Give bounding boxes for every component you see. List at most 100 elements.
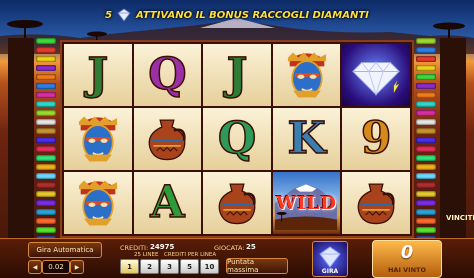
wild-symbol-label: WILD xyxy=(276,192,338,214)
spin-button[interactable]: GIRA xyxy=(312,241,348,277)
payline-indicator[interactable] xyxy=(416,92,436,98)
payline-indicator[interactable] xyxy=(36,128,56,134)
payline-indicator[interactable] xyxy=(416,137,436,143)
line-bet-button[interactable]: 3 xyxy=(160,259,179,274)
payline-indicator[interactable] xyxy=(36,92,56,98)
reel-cell: WILD xyxy=(272,172,341,234)
payline-indicator[interactable] xyxy=(416,182,436,188)
payline-indicator[interactable] xyxy=(36,137,56,143)
payline-indicator[interactable] xyxy=(416,110,436,116)
right-frame xyxy=(440,38,466,240)
letter-symbol: K xyxy=(287,113,327,164)
payline-indicator[interactable] xyxy=(416,74,436,80)
stake-increase-button[interactable]: ▶ xyxy=(70,260,84,274)
reel-cell xyxy=(64,172,132,234)
reel-cell xyxy=(342,44,410,106)
chevron-right-icon: ▶ xyxy=(74,263,80,271)
payline-indicator[interactable] xyxy=(36,182,56,188)
payline-indicator[interactable] xyxy=(416,38,436,44)
payline-indicator[interactable] xyxy=(36,65,56,71)
letter-symbol: A xyxy=(150,177,186,228)
bonus-text: ATTIVANO IL BONUS RACCOGLI DIAMANTI xyxy=(136,9,369,21)
payline-indicator[interactable] xyxy=(416,227,436,233)
payline-indicator[interactable] xyxy=(36,164,56,170)
letter-symbol: J xyxy=(226,49,248,100)
payline-indicator[interactable] xyxy=(416,164,436,170)
reel-cell xyxy=(272,44,341,106)
spin-label: GIRA xyxy=(321,268,339,275)
autoplay-label: Gira Automatica xyxy=(36,246,94,254)
tribal-mask-icon xyxy=(78,180,117,226)
reel-grid: J Q J Q K 9 A WILD xyxy=(60,40,414,238)
line-bet-button[interactable]: 5 xyxy=(180,259,199,274)
payline-indicator[interactable] xyxy=(416,155,436,161)
payline-indicator[interactable] xyxy=(416,191,436,197)
stake-display: 0.02 xyxy=(42,260,70,274)
bonus-banner: 5 ATTIVANO IL BONUS RACCOGLI DIAMANTI xyxy=(60,6,414,24)
reel-cell: K xyxy=(272,108,341,170)
vincite-label: VINCITE xyxy=(446,214,474,222)
reel-cell: A xyxy=(133,172,202,234)
payline-indicator[interactable] xyxy=(36,209,56,215)
reel-cell xyxy=(203,172,271,234)
clay-vase-icon xyxy=(149,119,187,161)
line-bet-button[interactable]: 2 xyxy=(140,259,159,274)
max-bet-button[interactable]: Puntata massima xyxy=(226,258,288,274)
payline-indicator[interactable] xyxy=(36,56,56,62)
payline-indicator[interactable] xyxy=(416,83,436,89)
payline-indicator[interactable] xyxy=(36,47,56,53)
payline-indicator[interactable] xyxy=(36,146,56,152)
reel-cell xyxy=(342,172,410,234)
payline-indicator[interactable] xyxy=(416,47,436,53)
payline-indicator[interactable] xyxy=(36,200,56,206)
payline-indicator[interactable] xyxy=(36,227,56,233)
letter-symbol: J xyxy=(87,49,109,100)
payline-indicator[interactable] xyxy=(36,38,56,44)
payline-indicator[interactable] xyxy=(416,218,436,224)
payline-indicator[interactable] xyxy=(416,56,436,62)
payline-indicator[interactable] xyxy=(416,119,436,125)
payline-indicator[interactable] xyxy=(36,119,56,125)
clay-vase-icon xyxy=(357,183,395,225)
payline-indicator[interactable] xyxy=(36,74,56,80)
win-label: HAI VINTO xyxy=(387,266,426,274)
payline-indicator[interactable] xyxy=(36,110,56,116)
line-bet-button[interactable]: 10 xyxy=(200,259,219,274)
autoplay-button[interactable]: Gira Automatica xyxy=(28,242,102,258)
tribal-mask-icon xyxy=(287,52,326,98)
payline-indicator[interactable] xyxy=(36,173,56,179)
payline-indicators-right xyxy=(416,38,436,260)
line-bet-button[interactable]: 1 xyxy=(120,259,139,274)
chevron-left-icon: ◀ xyxy=(32,263,38,271)
reel-cell: Q xyxy=(133,44,202,106)
payline-indicator[interactable] xyxy=(416,146,436,152)
payline-indicator[interactable] xyxy=(36,83,56,89)
payline-indicator[interactable] xyxy=(416,173,436,179)
reel-cell xyxy=(64,108,132,170)
payline-indicator[interactable] xyxy=(36,218,56,224)
payline-indicator[interactable] xyxy=(416,101,436,107)
payline-indicator[interactable] xyxy=(416,200,436,206)
credits-label: CREDITI: xyxy=(120,244,149,252)
diamond-icon xyxy=(117,8,131,22)
bet-label: GIOCATA: xyxy=(214,244,245,252)
payline-indicator[interactable] xyxy=(36,155,56,161)
bonus-count: 5 xyxy=(105,9,113,21)
win-value: 0 xyxy=(400,242,414,263)
reel-cell xyxy=(133,108,202,170)
letter-symbol: Q xyxy=(147,49,187,100)
payline-indicator[interactable] xyxy=(416,65,436,71)
slot-machine-screen: 5 ATTIVANO IL BONUS RACCOGLI DIAMANTI JQ… xyxy=(0,0,474,278)
bet-value: 25 xyxy=(246,243,256,251)
letter-symbol: 9 xyxy=(360,113,392,164)
payline-indicator[interactable] xyxy=(36,101,56,107)
payline-indicator[interactable] xyxy=(36,191,56,197)
clay-vase-icon xyxy=(218,183,256,225)
payline-indicator[interactable] xyxy=(416,209,436,215)
credits-value: 24975 xyxy=(150,243,175,251)
stake-value: 0.02 xyxy=(48,263,64,271)
payline-indicator[interactable] xyxy=(416,128,436,134)
stake-decrease-button[interactable]: ◀ xyxy=(28,260,42,274)
max-bet-label: Puntata massima xyxy=(227,258,259,274)
diamond-icon xyxy=(352,61,401,97)
